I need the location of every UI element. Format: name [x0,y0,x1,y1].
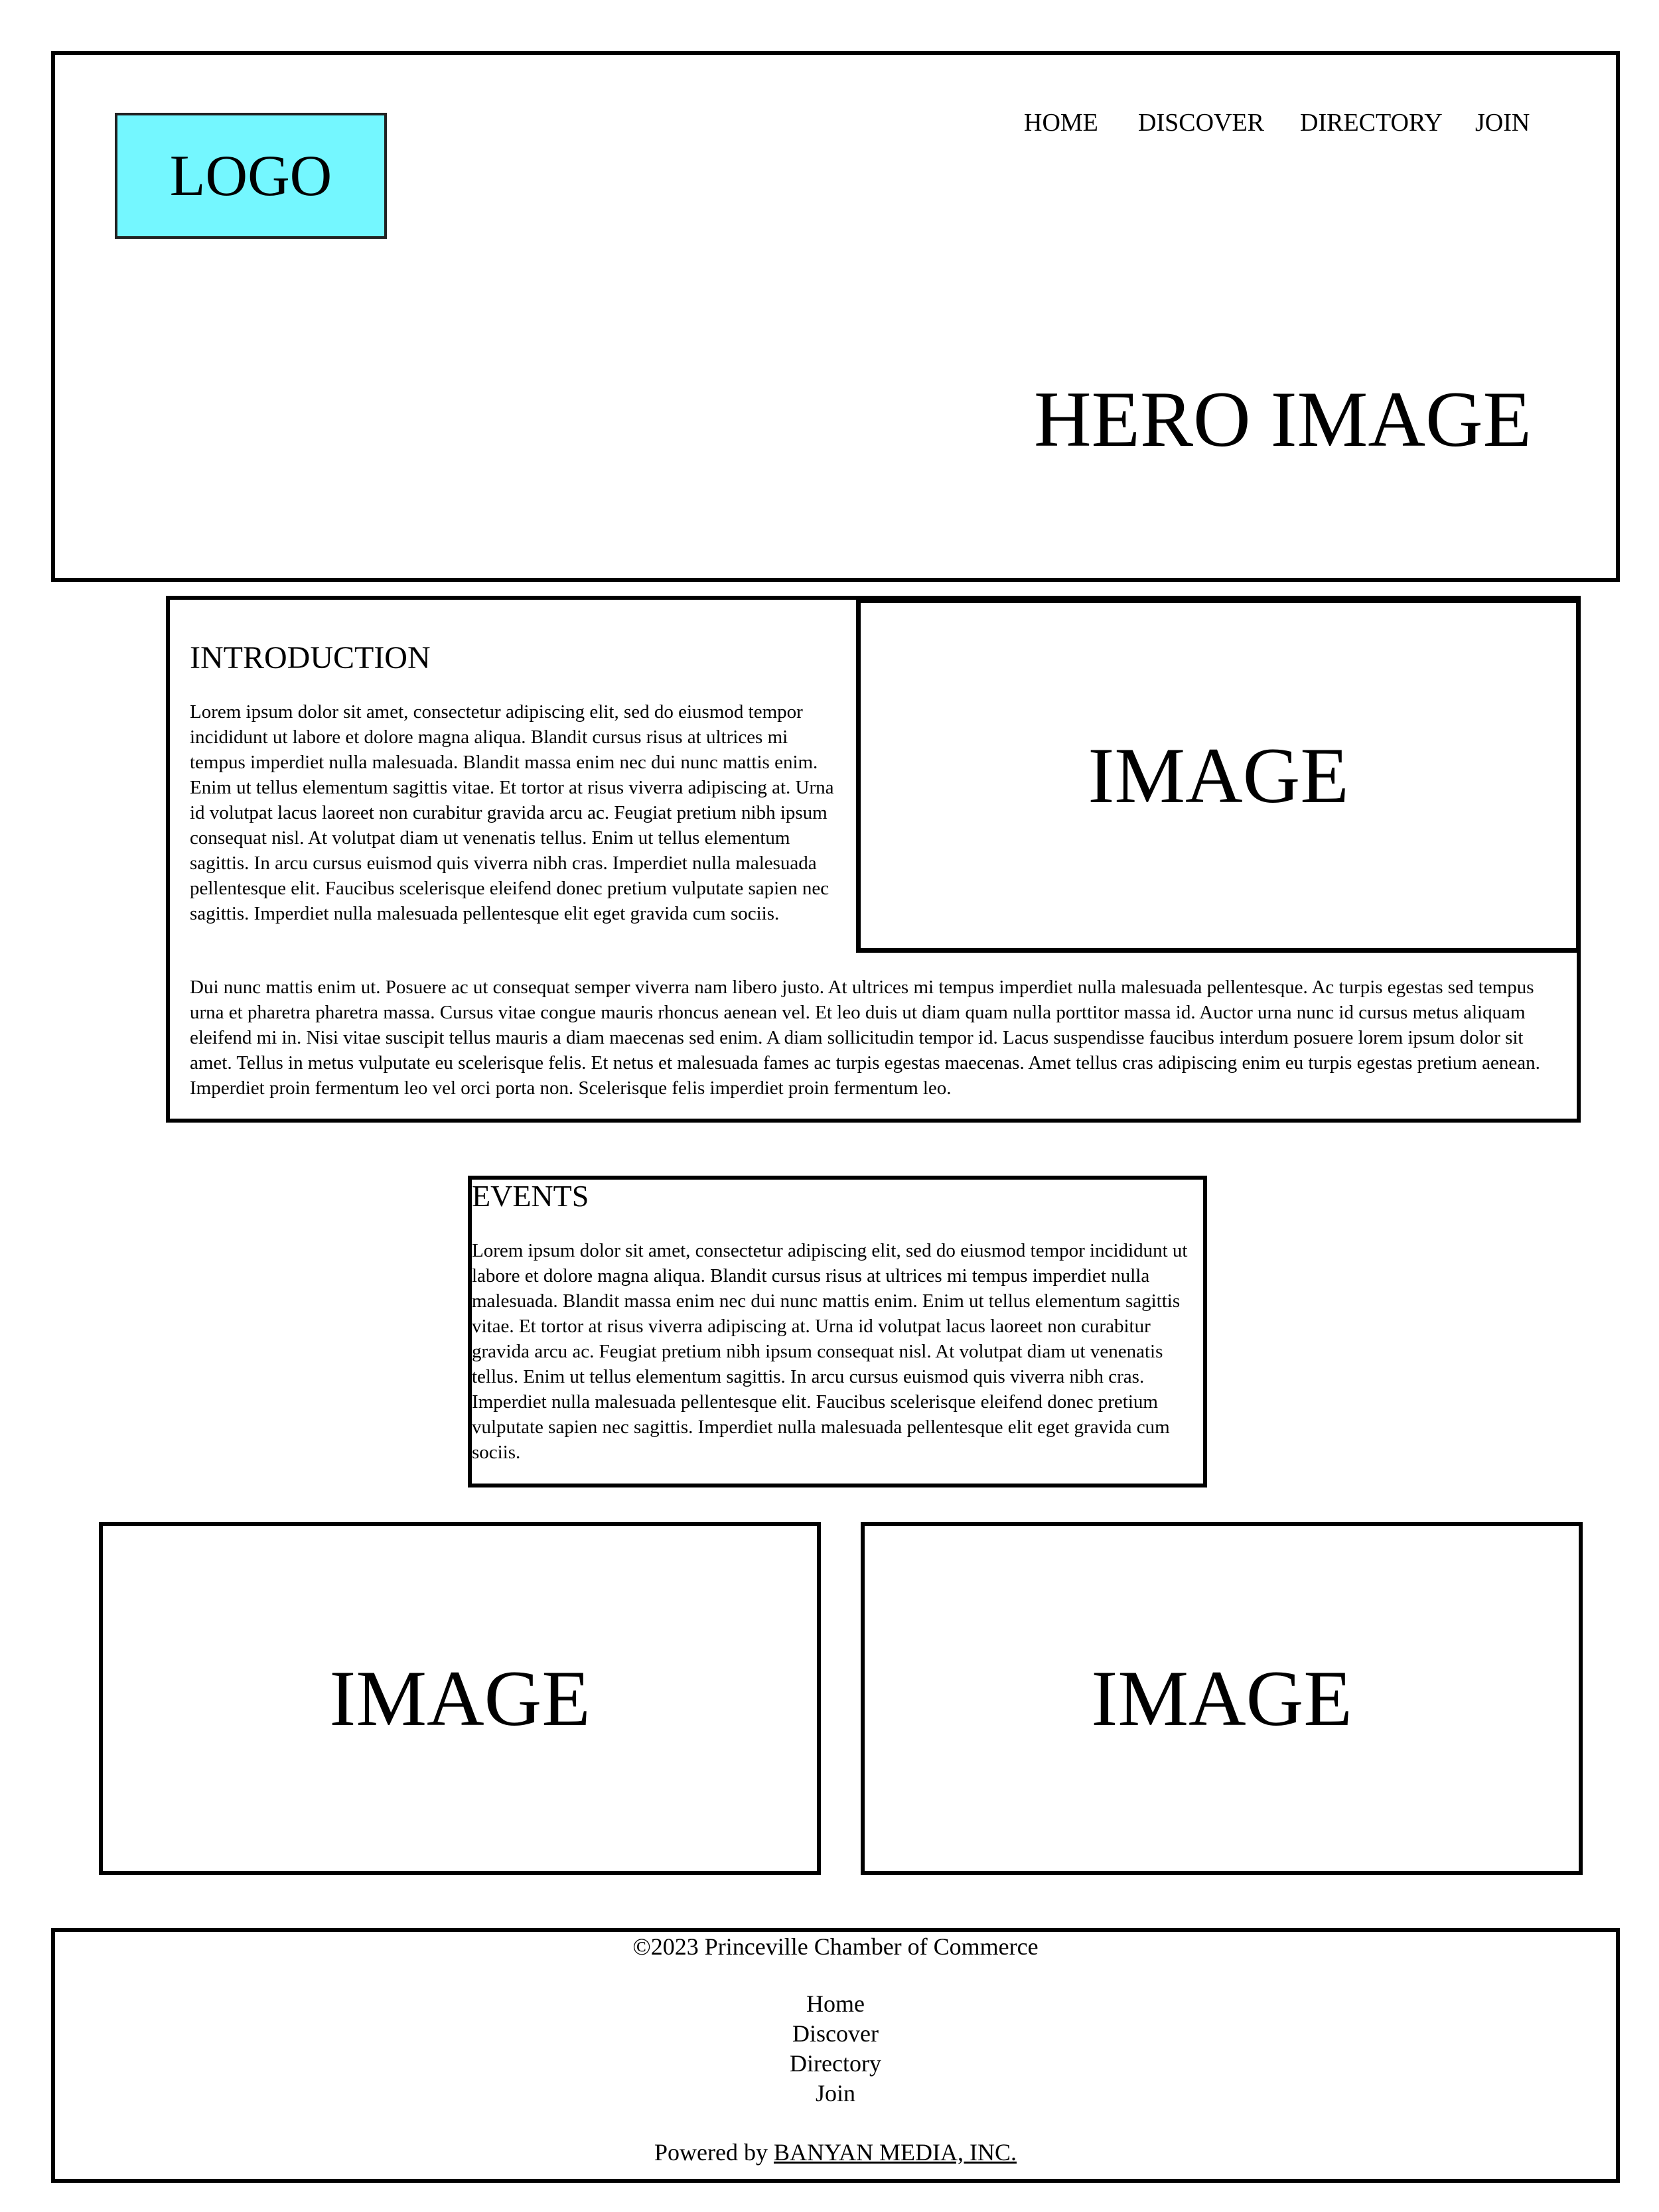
events-heading: EVENTS [472,1179,589,1213]
powered-by-prefix: Powered by [654,2139,774,2166]
nav-discover[interactable]: DISCOVER [1138,108,1264,137]
logo[interactable]: LOGO [115,113,387,239]
footer-link-join[interactable]: Join [55,2079,1616,2108]
nav-directory[interactable]: DIRECTORY [1300,108,1443,137]
introduction-image-placeholder: IMAGE [856,598,1581,953]
gallery-image-left: IMAGE [99,1522,821,1875]
events-section: EVENTS Lorem ipsum dolor sit amet, conse… [468,1176,1207,1487]
main-nav: HOME DISCOVER DIRECTORY JOIN [1024,108,1588,148]
powered-by: Powered by BANYAN MEDIA, INC. [55,2138,1616,2167]
introduction-section: INTRODUCTION Lorem ipsum dolor sit amet,… [166,596,1581,1123]
site-header: LOGO HOME DISCOVER DIRECTORY JOIN HERO I… [51,51,1620,582]
copyright-text: ©2023 Princeville Chamber of Commerce [632,1933,1039,1960]
introduction-paragraph-1: Lorem ipsum dolor sit amet, consectetur … [190,701,834,924]
gallery-image-right: IMAGE [861,1522,1583,1875]
introduction-paragraph-2: Dui nunc mattis enim ut. Posuere ac ut c… [190,977,1540,1099]
introduction-heading: INTRODUCTION [190,640,431,675]
nav-join[interactable]: JOIN [1475,108,1530,137]
footer-link-discover[interactable]: Discover [55,2019,1616,2049]
hero-image-placeholder: HERO IMAGE [1034,375,1532,463]
powered-by-link[interactable]: BANYAN MEDIA, INC. [774,2139,1017,2166]
site-footer: ©2023 Princeville Chamber of Commerce Ho… [51,1928,1620,2183]
footer-content: ©2023 Princeville Chamber of Commerce Ho… [55,1932,1616,2167]
footer-nav: Home Discover Directory Join [55,1989,1616,2108]
events-paragraph: Lorem ipsum dolor sit amet, consectetur … [472,1240,1188,1463]
nav-home[interactable]: HOME [1024,108,1098,137]
footer-link-directory[interactable]: Directory [55,2049,1616,2079]
footer-link-home[interactable]: Home [55,1989,1616,2019]
